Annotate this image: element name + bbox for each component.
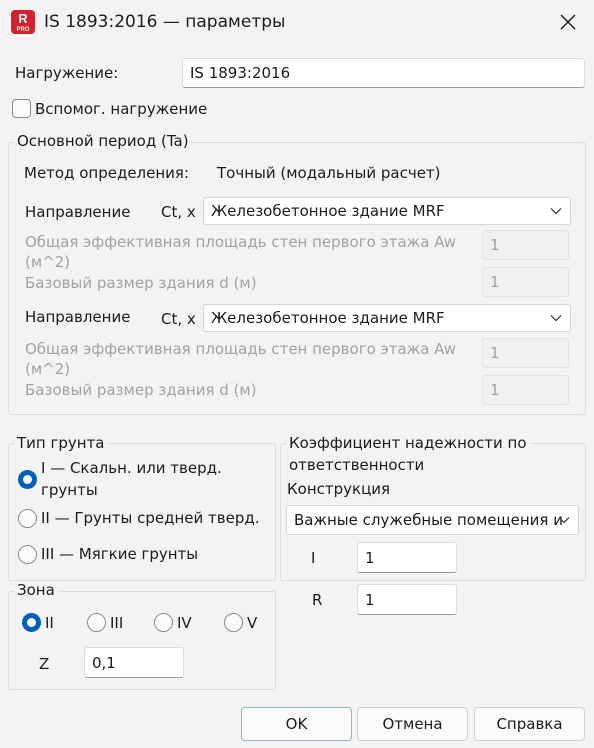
- direction-2-wall-area-unit: (м^2): [25, 360, 71, 378]
- zone-iii-label: III: [110, 614, 124, 632]
- direction-1-wall-area-unit: (м^2): [25, 253, 71, 271]
- soil-type-i-label: I — Скальн. или тверд.: [41, 459, 222, 477]
- period-group-title: Основной период (Ta): [14, 132, 192, 150]
- method-label: Метод определения:: [24, 164, 190, 182]
- zone-ii-label: II: [45, 614, 54, 632]
- zone-v-radio[interactable]: [224, 613, 243, 632]
- app-icon-badge: PRO: [16, 27, 30, 33]
- load-name-field[interactable]: IS 1893:2016: [182, 58, 585, 88]
- direction-1-building-type-select[interactable]: Железобетонное здание MRF: [203, 197, 571, 225]
- soil-type-i-label-line2: грунты: [41, 481, 98, 499]
- structure-select[interactable]: Важные служебные помещения и: [286, 505, 579, 535]
- structure-select-value: Важные служебные помещения и: [294, 511, 563, 529]
- soil-type-iii-radio[interactable]: [18, 545, 37, 564]
- importance-i-label: I: [311, 549, 316, 567]
- response-r-label: R: [312, 591, 323, 609]
- soil-type-i-radio[interactable]: [18, 470, 37, 489]
- aux-load-label: Вспомог. нагружение: [35, 100, 208, 118]
- direction-2-building-type-value: Железобетонное здание MRF: [211, 309, 445, 327]
- direction-1-wall-area-field[interactable]: 1: [482, 230, 569, 260]
- direction-1-building-size-label: Базовый размер здания d (м): [25, 274, 257, 292]
- direction-1-building-size-field[interactable]: 1: [482, 267, 569, 297]
- title-bar: R PRO IS 1893:2016 — параметры: [0, 0, 594, 46]
- help-button[interactable]: Справка: [474, 707, 585, 741]
- direction-1-building-type-value: Железобетонное здание MRF: [211, 202, 445, 220]
- aux-load-checkbox[interactable]: [12, 99, 31, 118]
- response-r-field[interactable]: 1: [357, 584, 457, 615]
- close-icon: [560, 14, 576, 30]
- zone-v-label: V: [247, 614, 258, 632]
- zone-iv-label: IV: [177, 614, 192, 632]
- direction-2-axis: Ct, x: [161, 310, 196, 328]
- cancel-button[interactable]: Отмена: [357, 707, 468, 741]
- direction-1-wall-area-label: Общая эффективная площадь стен первого э…: [25, 233, 457, 251]
- direction-2-label: Направление: [25, 308, 131, 326]
- chevron-down-icon: [550, 208, 562, 215]
- ok-button[interactable]: OK: [241, 707, 352, 741]
- structure-label: Конструкция: [287, 480, 391, 498]
- soil-type-iii-label: III — Мягкие грунты: [41, 545, 199, 563]
- chevron-down-icon: [550, 315, 562, 322]
- zone-iv-radio[interactable]: [154, 613, 173, 632]
- app-icon: R PRO: [11, 10, 35, 34]
- direction-2-wall-area-field[interactable]: 1: [482, 338, 569, 368]
- direction-2-building-size-field[interactable]: 1: [482, 375, 569, 405]
- soil-type-ii-radio[interactable]: [18, 509, 37, 528]
- window-title: IS 1893:2016 — параметры: [44, 12, 286, 32]
- direction-1-axis: Ct, x: [161, 203, 196, 221]
- method-value: Точный (модальный расчет): [217, 164, 441, 182]
- importance-group-title: Коэффициент надежности по: [286, 434, 530, 452]
- zone-z-label: Z: [39, 655, 50, 673]
- zone-group-title: Зона: [14, 581, 58, 599]
- direction-2-building-type-select[interactable]: Железобетонное здание MRF: [203, 304, 571, 332]
- importance-i-field[interactable]: 1: [357, 542, 457, 573]
- direction-1-label: Направление: [25, 203, 131, 221]
- zone-z-field[interactable]: 0,1: [84, 647, 184, 678]
- soil-type-group-title: Тип грунта: [14, 434, 108, 452]
- direction-2-building-size-label: Базовый размер здания d (м): [25, 381, 257, 399]
- chevron-down-icon: [558, 517, 570, 524]
- zone-iii-radio[interactable]: [87, 613, 106, 632]
- importance-group-title-line2: ответственности: [289, 456, 425, 474]
- soil-type-ii-label: II — Грунты средней тверд.: [41, 509, 260, 527]
- load-label: Нагружение:: [15, 64, 119, 82]
- app-icon-letter: R: [18, 11, 28, 26]
- close-button[interactable]: [546, 2, 590, 42]
- zone-ii-radio[interactable]: [22, 613, 41, 632]
- direction-2-wall-area-label: Общая эффективная площадь стен первого э…: [25, 340, 457, 358]
